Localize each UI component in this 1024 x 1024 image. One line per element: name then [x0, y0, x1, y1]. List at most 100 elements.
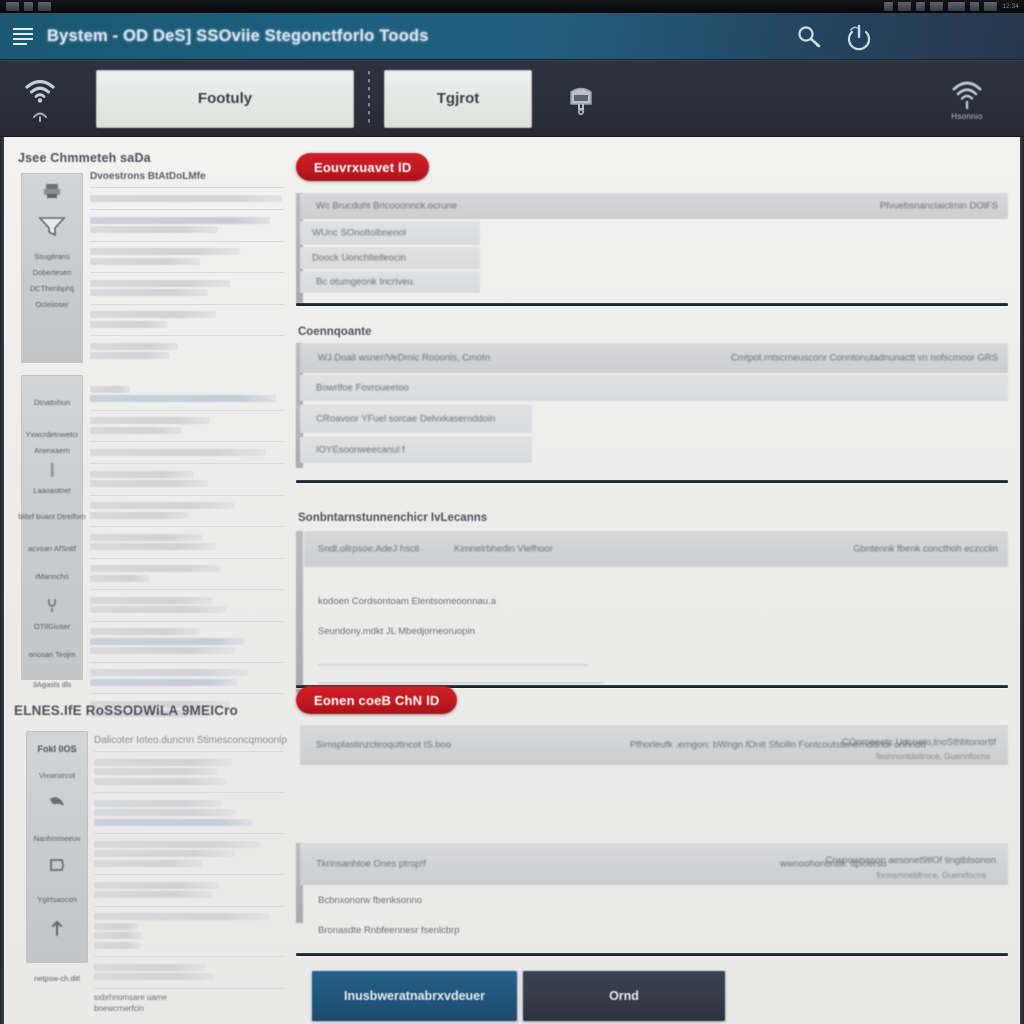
tray-chip[interactable]	[916, 2, 926, 11]
table-row[interactable]: Bc otumgeonk Incriveu.	[300, 271, 480, 293]
tray-chip[interactable]	[884, 2, 894, 11]
sidebar-item-arrow[interactable]	[48, 917, 66, 945]
hamburger-icon[interactable]	[13, 27, 33, 46]
sidebar-item-3agasts[interactable]: 3Agasts dls	[33, 680, 72, 689]
table-row[interactable]: WJ.Doail wsner/VeDmic Rooonis, Cmotn Cmt…	[300, 343, 1008, 373]
power-icon[interactable]	[844, 22, 874, 52]
list-item[interactable]	[90, 463, 284, 495]
tray-chip[interactable]	[930, 2, 944, 11]
sidebar-item-ygirtsaocon[interactable]: Ygirtsaocon	[37, 895, 77, 904]
list-item[interactable]	[94, 874, 284, 906]
sidebar-item-onosan-teojm[interactable]: onosan Teojm	[29, 650, 76, 659]
taskbar-app-chip[interactable]	[24, 2, 33, 11]
taskbar-app-chip[interactable]	[6, 2, 19, 11]
list-item[interactable]	[90, 409, 284, 442]
tab-tgjrot[interactable]: Tgjrot	[384, 69, 532, 128]
row-text-right: Pfvuebsnanclaictmin DOlFS	[879, 200, 998, 212]
wifi-sub-icon	[33, 112, 47, 122]
sidebar-item-vixwnxrcot[interactable]: Vixwnxrcot	[39, 771, 75, 780]
submit-button[interactable]: Inusbweratnabrxvdeuer	[312, 971, 517, 1021]
row-text-right-sub: feonnontdoitroce, Guennfocns	[876, 751, 990, 761]
tab-footuly[interactable]: Footuly	[96, 69, 354, 128]
sidebar-item-funnel[interactable]	[37, 215, 67, 245]
sidebar-item-laaoaotnet[interactable]: Laaoaotnet	[33, 462, 71, 495]
sidebar-item-rmannchn[interactable]: rMannchn	[35, 572, 68, 581]
row-text-left: Bc otumgeonk Incriveu.	[316, 276, 416, 288]
sidebar-item-ssugitrans[interactable]: Ssugitrans	[34, 252, 69, 261]
sidebar-item-ocleiioser[interactable]: Ocleiioser	[35, 300, 68, 309]
sidebar-item-dcthenbphtj[interactable]: DCThenbphtj	[30, 284, 74, 293]
list-item[interactable]	[90, 526, 284, 558]
row-text-left: Wc Brucduht Bricooonnck.ocrune	[316, 200, 457, 212]
section-4-badge[interactable]: Eonen coeB ChN lD	[296, 686, 458, 714]
table-row[interactable]: WUnc SOnottolbnenol	[300, 221, 480, 245]
tray-chip[interactable]	[898, 2, 912, 11]
sidebar-card-1: Jsee Chmmeteh saDa	[18, 151, 151, 165]
section-1-panel: Wc Brucduht Bricooonnck.ocrune Pfvuebsna…	[296, 193, 1008, 303]
list-item[interactable]	[90, 557, 284, 590]
search-icon[interactable]	[794, 22, 824, 52]
list-item[interactable]	[90, 620, 284, 662]
tray-chip[interactable]	[970, 2, 980, 11]
table-row[interactable]: Sndl,ollrpsoe.AdeJ hscti Kimnelrbhedin V…	[304, 531, 1008, 567]
table-row[interactable]: Bowrlfoe Fovroueetoo	[300, 375, 1008, 401]
list-item[interactable]	[90, 441, 284, 463]
sidebar-item-netpsw[interactable]: netpsw-ch.ditl	[34, 974, 80, 983]
sidebar-item-arwnxaern[interactable]: Arwnxaern	[34, 446, 70, 455]
sidebar-item-yxwcrdetnwetcr[interactable]: Yxwcrdetnwetcr	[26, 430, 79, 439]
list-item[interactable]	[90, 589, 284, 621]
sidebar-item-foki-0os[interactable]: FokI 0OS	[37, 744, 76, 754]
fingerprint-caption: Hsonnio	[951, 112, 983, 121]
sidebar-item-dtnattxhun[interactable]: Dtnattxhun	[34, 398, 70, 407]
list-item[interactable]	[90, 272, 284, 304]
list-item[interactable]	[94, 905, 284, 957]
bar-icon	[44, 462, 60, 483]
device-icon[interactable]	[562, 82, 600, 116]
table-row[interactable]: Doock Uonchlleifeocin	[300, 247, 480, 269]
tray-chip[interactable]	[948, 2, 966, 11]
taskbar-left-items	[6, 2, 51, 11]
row-text-left: Seundony.mdkt JL Mbedjorneoruopin	[318, 626, 475, 637]
table-row[interactable]: Simsplastinzcteoquttncot tS.boo Pfhorleu…	[300, 725, 1008, 765]
table-row[interactable]: Tkrinsanhtoe Ones ptrop!f wwnoohonontlli…	[300, 843, 1008, 885]
sidebar-item-tag[interactable]	[47, 856, 67, 882]
table-row[interactable]: Wc Brucduht Bricooonnck.ocrune Pfvuebsna…	[300, 193, 1008, 219]
sidebar-list-1: Dvoestrons BtAtDoLMfe	[90, 171, 284, 367]
sidebar-item-bird[interactable]	[47, 793, 67, 819]
panel-edge	[296, 531, 303, 693]
list-item[interactable]	[90, 379, 284, 410]
row-text-right: Gbntennk fbenk concthoh eczcclin	[853, 543, 998, 555]
window-edge-right	[1020, 137, 1024, 1024]
row-text-right: COnroeeetc Udcneto,tnoSthbtonorttf	[841, 737, 996, 748]
taskbar-app-chip[interactable]	[38, 2, 51, 11]
sidebar-item-printer[interactable]	[42, 182, 62, 208]
wifi-icon[interactable]	[22, 76, 58, 122]
title-bar: Bystem - OD DeS] SSOviie Stegonctforlo T…	[0, 13, 1024, 60]
fingerprint-icon[interactable]: Hsonnio	[950, 76, 984, 121]
sidebar-item-label: blitef buant Dtreiforn	[18, 512, 86, 521]
list-item[interactable]	[90, 209, 284, 241]
list-item[interactable]	[94, 833, 284, 874]
sidebar-item-blitef-buant[interactable]: blitef buant Dtreiforn	[18, 512, 86, 521]
table-row[interactable]: CRoavoor YFuel sorcae Delvxkasernddoin	[300, 405, 532, 433]
sidebar-item-dobertesen[interactable]: Dobertesen	[33, 268, 72, 277]
sidebar-item-acvoan[interactable]: acvoan AfSnitf	[28, 544, 76, 553]
list-item[interactable]	[94, 956, 284, 988]
list-item[interactable]	[94, 751, 284, 792]
tray-chip[interactable]	[984, 2, 998, 11]
sidebar-list-3-footer: sxbrhnomsare uame bnewcrnerfcin	[94, 987, 284, 1018]
list-item[interactable]	[90, 187, 284, 209]
list-item[interactable]	[90, 303, 284, 336]
section-1-badge[interactable]: Eouvrxuavet lD	[296, 153, 430, 181]
sidebar-item-ottlgiuser[interactable]: OTtlGiuser	[34, 596, 70, 631]
list-item[interactable]	[94, 792, 284, 833]
list-item[interactable]	[90, 494, 284, 527]
row-underline	[318, 681, 604, 684]
sidebar-item-nanhmmeeuv[interactable]: Nanhmmeeuv	[34, 834, 81, 843]
cancel-button[interactable]: Ornd	[523, 971, 725, 1021]
list-item[interactable]	[90, 240, 284, 273]
page-title: Bystem - OD DeS] SSOviie Stegonctforlo T…	[47, 27, 429, 45]
list-item[interactable]	[90, 335, 284, 367]
list-item[interactable]	[90, 661, 284, 694]
table-row[interactable]: IOYEsoonweecanul f	[300, 437, 532, 463]
